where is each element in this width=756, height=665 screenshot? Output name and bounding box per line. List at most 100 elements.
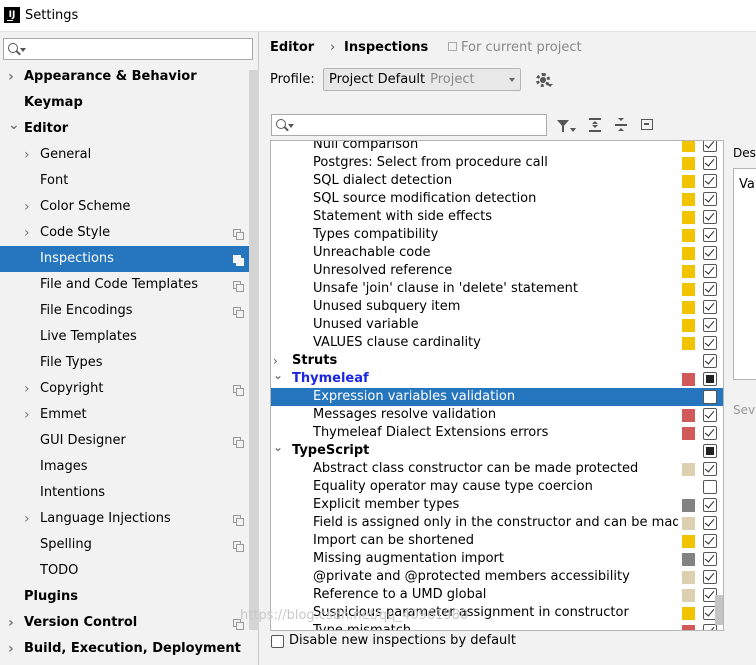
inspection-enabled-checkbox[interactable] [703, 318, 717, 332]
inspection-row[interactable]: Abstract class constructor can be made p… [271, 460, 723, 478]
disable-new-inspections-checkbox[interactable] [271, 635, 284, 648]
inspection-enabled-checkbox[interactable] [703, 408, 717, 422]
settings-search-input[interactable] [3, 38, 253, 60]
inspection-enabled-checkbox[interactable] [703, 354, 717, 368]
sidebar-item-intentions[interactable]: Intentions [0, 480, 249, 506]
sidebar-item-editor[interactable]: ⌄ Editor [0, 116, 249, 142]
expand-all-icon[interactable] [589, 118, 601, 132]
inspection-enabled-checkbox[interactable] [703, 264, 717, 278]
sidebar-item-code-style[interactable]: › Code Style [0, 220, 249, 246]
inspection-row[interactable]: Missing augmentation import [271, 550, 723, 568]
inspection-enabled-checkbox[interactable] [703, 336, 717, 350]
sidebar-item-language-injections[interactable]: › Language Injections [0, 506, 249, 532]
sidebar-item-build-execution-deployment[interactable]: › Build, Execution, Deployment [0, 636, 249, 662]
chevron-right-icon[interactable]: › [24, 220, 30, 246]
sidebar-item-emmet[interactable]: › Emmet [0, 402, 249, 428]
sidebar-item-spelling[interactable]: Spelling [0, 532, 249, 558]
inspection-row[interactable]: VALUES clause cardinality [271, 334, 723, 352]
inspection-enabled-checkbox[interactable] [703, 174, 717, 188]
inspection-enabled-checkbox[interactable] [703, 480, 717, 494]
inspection-enabled-checkbox[interactable] [703, 516, 717, 530]
inspection-enabled-checkbox[interactable] [703, 228, 717, 242]
search-history-dropdown-icon[interactable] [20, 48, 26, 52]
sidebar-scrollbar[interactable] [249, 70, 259, 630]
inspection-row[interactable]: @private and @protected members accessib… [271, 568, 723, 586]
inspection-enabled-checkbox[interactable] [703, 570, 717, 584]
inspection-enabled-checkbox[interactable] [703, 444, 717, 458]
collapse-all-icon[interactable] [615, 118, 627, 132]
inspection-enabled-checkbox[interactable] [703, 156, 717, 170]
chevron-right-icon[interactable]: › [273, 352, 278, 370]
inspection-enabled-checkbox[interactable] [703, 498, 717, 512]
inspection-group-row[interactable]: ⌄ TypeScript [271, 442, 723, 460]
inspection-enabled-checkbox[interactable] [703, 624, 717, 630]
sidebar-item-color-scheme[interactable]: › Color Scheme [0, 194, 249, 220]
inspection-enabled-checkbox[interactable] [703, 192, 717, 206]
chevron-right-icon[interactable]: › [24, 506, 30, 532]
sidebar-item-gui-designer[interactable]: GUI Designer [0, 428, 249, 454]
inspection-row[interactable]: SQL source modification detection [271, 190, 723, 208]
inspection-row[interactable]: Reference to a UMD global [271, 586, 723, 604]
inspection-enabled-checkbox[interactable] [703, 552, 717, 566]
inspection-row[interactable]: Explicit member types [271, 496, 723, 514]
sidebar-item-font[interactable]: Font [0, 168, 249, 194]
sidebar-item-keymap[interactable]: Keymap [0, 90, 249, 116]
chevron-right-icon[interactable]: › [24, 376, 30, 402]
inspection-row[interactable]: Null comparison [271, 141, 723, 154]
inspection-group-row[interactable]: ⌄ Thymeleaf [271, 370, 723, 388]
inspection-row[interactable]: Type mismatch [271, 622, 723, 630]
inspection-row[interactable]: Statement with side effects [271, 208, 723, 226]
inspection-enabled-checkbox[interactable] [703, 210, 717, 224]
inspection-group-row[interactable]: › Struts [271, 352, 723, 370]
inspection-enabled-checkbox[interactable] [703, 426, 717, 440]
inspection-row[interactable]: Postgres: Select from procedure call [271, 154, 723, 172]
inspection-enabled-checkbox[interactable] [703, 534, 717, 548]
gear-dropdown-icon[interactable] [547, 84, 553, 87]
inspection-enabled-checkbox[interactable] [703, 141, 717, 152]
sidebar-item-plugins[interactable]: Plugins [0, 584, 249, 610]
inspection-row[interactable]: SQL dialect detection [271, 172, 723, 190]
chevron-right-icon[interactable]: › [8, 64, 14, 90]
filter-dropdown-icon[interactable] [570, 128, 576, 132]
sidebar-item-appearance-behavior[interactable]: › Appearance & Behavior [0, 64, 249, 90]
sidebar-item-inspections[interactable]: Inspections [0, 246, 249, 272]
inspection-row[interactable]: Types compatibility [271, 226, 723, 244]
inspection-enabled-checkbox[interactable] [703, 282, 717, 296]
inspection-row[interactable]: Messages resolve validation [271, 406, 723, 424]
sidebar-item-file-types[interactable]: File Types [0, 350, 249, 376]
sidebar-item-file-encodings[interactable]: File Encodings [0, 298, 249, 324]
sidebar-item-live-templates[interactable]: Live Templates [0, 324, 249, 350]
search-history-dropdown-icon[interactable] [288, 124, 294, 128]
reset-icon[interactable] [641, 119, 653, 130]
chevron-down-icon[interactable]: ⌄ [273, 442, 283, 456]
inspection-row[interactable]: Equality operator may cause type coercio… [271, 478, 723, 496]
chevron-down-icon[interactable]: ⌄ [8, 112, 20, 138]
inspection-row[interactable]: Unsafe 'join' clause in 'delete' stateme… [271, 280, 723, 298]
chevron-right-icon[interactable]: › [8, 610, 14, 636]
inspection-list-scrollbar[interactable] [715, 595, 723, 625]
inspection-search-input[interactable] [271, 114, 547, 136]
inspection-row[interactable]: Unused variable [271, 316, 723, 334]
sidebar-item-copyright[interactable]: › Copyright [0, 376, 249, 402]
inspection-row[interactable]: Unresolved reference [271, 262, 723, 280]
inspection-enabled-checkbox[interactable] [703, 462, 717, 476]
inspection-enabled-checkbox[interactable] [703, 246, 717, 260]
inspection-row[interactable]: Unreachable code [271, 244, 723, 262]
sidebar-item-general[interactable]: › General [0, 142, 249, 168]
sidebar-item-version-control[interactable]: › Version Control [0, 610, 249, 636]
inspection-row[interactable]: Expression variables validation [271, 388, 723, 406]
sidebar-item-file-and-code-templates[interactable]: File and Code Templates [0, 272, 249, 298]
chevron-right-icon[interactable]: › [24, 194, 30, 220]
inspection-row[interactable]: Import can be shortened [271, 532, 723, 550]
sidebar-item-todo[interactable]: TODO [0, 558, 249, 584]
filter-icon[interactable] [557, 120, 569, 132]
inspection-enabled-checkbox[interactable] [703, 372, 717, 386]
sidebar-item-images[interactable]: Images [0, 454, 249, 480]
profile-select[interactable]: Project Default Project [323, 68, 521, 91]
inspection-row[interactable]: Thymeleaf Dialect Extensions errors [271, 424, 723, 442]
inspection-enabled-checkbox[interactable] [703, 390, 717, 404]
inspection-row[interactable]: Field is assigned only in the constructo… [271, 514, 723, 532]
chevron-right-icon[interactable]: › [24, 142, 30, 168]
chevron-right-icon[interactable]: › [8, 636, 14, 662]
inspection-row[interactable]: Unused subquery item [271, 298, 723, 316]
